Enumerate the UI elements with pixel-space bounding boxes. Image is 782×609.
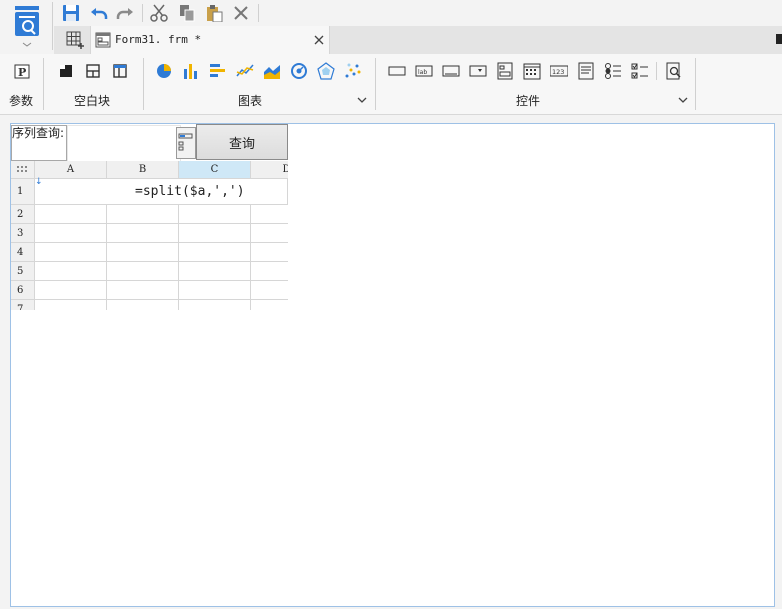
grid-cell[interactable] bbox=[107, 224, 179, 243]
control-textarea-icon[interactable] bbox=[577, 62, 595, 80]
grid-cell[interactable] bbox=[179, 205, 251, 224]
svg-text:lab: lab bbox=[418, 69, 427, 76]
line-chart-icon[interactable] bbox=[236, 62, 254, 80]
tab-form31[interactable]: Form31. frm * bbox=[90, 26, 330, 54]
grid-cell[interactable] bbox=[35, 281, 107, 300]
document-tab-strip: Form31. frm * bbox=[54, 26, 782, 54]
app-menu-icon[interactable] bbox=[12, 4, 42, 48]
svg-text:P: P bbox=[18, 66, 26, 79]
grid-cell[interactable] bbox=[251, 262, 288, 281]
group-label-chart: 图表 bbox=[238, 94, 263, 108]
grid-cell[interactable] bbox=[251, 243, 288, 262]
grid-cell[interactable] bbox=[35, 205, 107, 224]
control-textbox-icon[interactable] bbox=[388, 62, 406, 80]
grid-cell[interactable] bbox=[251, 300, 288, 310]
control-label-icon[interactable]: lab bbox=[415, 62, 433, 80]
form-canvas[interactable]: 序列查询: 查询 A B C D 1 ↓ =split($a,',') 2 3 … bbox=[10, 123, 775, 607]
group-label-param: 参数 bbox=[9, 94, 34, 108]
control-number-icon[interactable]: 123 bbox=[549, 62, 569, 80]
grid-insert-icon[interactable] bbox=[66, 31, 84, 49]
grid-cell[interactable] bbox=[35, 224, 107, 243]
grid-cell[interactable] bbox=[251, 205, 288, 224]
cut-icon[interactable] bbox=[148, 3, 170, 23]
row-header-6[interactable]: 6 bbox=[11, 281, 35, 300]
close-icon[interactable] bbox=[313, 34, 325, 46]
control-checkbox-icon[interactable] bbox=[631, 62, 649, 80]
save-icon[interactable] bbox=[60, 3, 82, 23]
area-chart-icon[interactable] bbox=[263, 62, 281, 80]
pie-chart-icon[interactable] bbox=[155, 62, 173, 80]
scatter-chart-icon[interactable] bbox=[344, 62, 362, 80]
grid-cell[interactable] bbox=[251, 281, 288, 300]
control-dropdown-icon[interactable] bbox=[469, 62, 487, 80]
cell-formula: =split($a,',') bbox=[135, 184, 245, 199]
blank-block-filled-icon[interactable] bbox=[57, 62, 75, 80]
report-grid: A B C D 1 ↓ =split($a,',') 2 3 4 5 6 7 bbox=[11, 161, 288, 310]
expand-down-icon: ↓ bbox=[35, 177, 43, 187]
chevron-down-icon[interactable] bbox=[678, 94, 688, 104]
param-icon[interactable]: P bbox=[13, 62, 31, 80]
query-button[interactable]: 查询 bbox=[196, 124, 288, 160]
form-file-icon bbox=[95, 32, 111, 48]
undo-icon[interactable] bbox=[88, 3, 110, 23]
svg-text:123: 123 bbox=[552, 68, 564, 76]
row-header-2[interactable]: 2 bbox=[11, 205, 35, 224]
group-label-controls: 控件 bbox=[516, 94, 541, 108]
chevron-down-icon[interactable] bbox=[357, 94, 367, 104]
tab-overflow-icon[interactable] bbox=[776, 34, 782, 44]
logo-divider bbox=[52, 2, 53, 50]
grid-cell[interactable] bbox=[179, 224, 251, 243]
grid-cell[interactable] bbox=[35, 243, 107, 262]
row1-merged-cell[interactable]: ↓ =split($a,',') bbox=[35, 177, 288, 205]
blank-block-table-icon[interactable] bbox=[111, 62, 129, 80]
blank-block-split-icon[interactable] bbox=[84, 62, 102, 80]
copy-icon[interactable] bbox=[176, 3, 198, 23]
column-header-d[interactable]: D bbox=[251, 161, 288, 179]
row-header-4[interactable]: 4 bbox=[11, 243, 35, 262]
grid-cell[interactable] bbox=[107, 243, 179, 262]
grid-corner-icon[interactable] bbox=[11, 161, 35, 179]
grid-cell[interactable] bbox=[179, 243, 251, 262]
control-preview-icon[interactable] bbox=[665, 62, 683, 80]
date-picker-icon[interactable] bbox=[176, 127, 196, 159]
grid-cell[interactable] bbox=[179, 281, 251, 300]
grid-cell[interactable] bbox=[107, 300, 179, 310]
grid-cell[interactable] bbox=[35, 300, 107, 310]
row-header-3[interactable]: 3 bbox=[11, 224, 35, 243]
quick-access-toolbar bbox=[54, 0, 782, 26]
control-calendar-icon[interactable] bbox=[523, 62, 541, 80]
tab-label: Form31. frm * bbox=[115, 33, 202, 46]
grid-cell[interactable] bbox=[107, 281, 179, 300]
column-header-c[interactable]: C bbox=[179, 161, 251, 179]
row-header-7[interactable]: 7 bbox=[11, 300, 35, 310]
grid-cell[interactable] bbox=[35, 262, 107, 281]
paste-icon[interactable] bbox=[203, 3, 225, 23]
group-label-blank: 空白块 bbox=[74, 94, 111, 108]
query-label: 序列查询: bbox=[11, 125, 67, 161]
column-header-a[interactable]: A bbox=[35, 161, 107, 179]
control-datebox-icon[interactable] bbox=[496, 62, 514, 80]
delete-icon[interactable] bbox=[230, 3, 252, 23]
query-input[interactable] bbox=[67, 125, 181, 163]
bar-chart-icon[interactable] bbox=[182, 62, 200, 80]
row-header-5[interactable]: 5 bbox=[11, 262, 35, 281]
grid-cell[interactable] bbox=[107, 262, 179, 281]
control-button-icon[interactable] bbox=[442, 62, 460, 80]
grid-cell[interactable] bbox=[179, 262, 251, 281]
grid-cell[interactable] bbox=[179, 300, 251, 310]
row-header-1[interactable]: 1 bbox=[11, 179, 35, 205]
control-radio-icon[interactable] bbox=[604, 62, 622, 80]
ribbon: P 参数 空白块 图表 lab 123 控件 bbox=[0, 54, 782, 115]
redo-icon[interactable] bbox=[114, 3, 136, 23]
column-header-b[interactable]: B bbox=[107, 161, 179, 179]
gauge-chart-icon[interactable] bbox=[290, 62, 308, 80]
grid-cell[interactable] bbox=[251, 224, 288, 243]
grid-cell[interactable] bbox=[107, 205, 179, 224]
radar-chart-icon[interactable] bbox=[317, 62, 335, 80]
horizontal-bar-icon[interactable] bbox=[209, 62, 227, 80]
